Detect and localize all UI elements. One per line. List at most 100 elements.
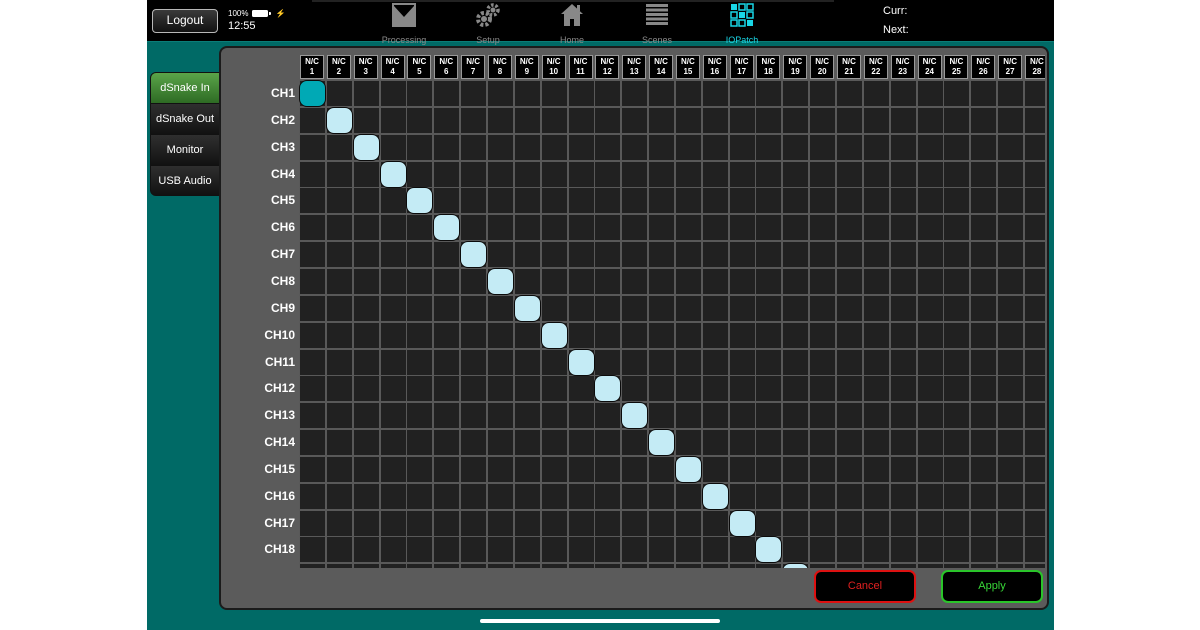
patch-cell[interactable] — [433, 402, 461, 430]
patch-cell[interactable] — [594, 133, 622, 161]
patch-cell[interactable] — [567, 321, 595, 349]
patch-cell[interactable] — [916, 80, 944, 107]
patch-cell[interactable] — [943, 375, 971, 403]
patch-cell[interactable] — [486, 160, 514, 188]
patch-cell[interactable] — [299, 187, 326, 215]
patch-cell[interactable] — [970, 429, 998, 457]
patch-cell[interactable] — [997, 294, 1025, 322]
patch-cell[interactable] — [916, 536, 944, 564]
patch-cell[interactable] — [943, 563, 971, 568]
patch-cell[interactable] — [782, 455, 810, 483]
patch-cell[interactable] — [970, 160, 998, 188]
patch-cell[interactable] — [621, 509, 649, 537]
patch-matrix[interactable]: N/C 1 N/C 2 N/C 3 N/C 4 N/C 5 N/C 6 N/C 7 N/C 8 N/C 9 N/C 1… — [221, 48, 1045, 568]
patch-cell[interactable] — [567, 267, 595, 295]
patch-cell[interactable] — [836, 509, 863, 537]
patch-route[interactable] — [486, 267, 514, 295]
patch-cell[interactable] — [970, 106, 998, 134]
patch-cell[interactable] — [621, 563, 649, 568]
patch-cell[interactable] — [728, 294, 756, 322]
patch-cell[interactable] — [379, 214, 407, 242]
patch-cell[interactable] — [299, 133, 326, 161]
patch-cell[interactable] — [1023, 563, 1045, 568]
patch-cell[interactable] — [755, 160, 783, 188]
patch-cell[interactable] — [970, 133, 998, 161]
patch-cell[interactable] — [862, 402, 890, 430]
patch-cell[interactable] — [460, 455, 488, 483]
patch-cell[interactable] — [433, 348, 461, 376]
patch-cell[interactable] — [701, 80, 729, 107]
patch-cell[interactable] — [567, 402, 595, 430]
patch-cell[interactable] — [406, 80, 434, 107]
patch-cell[interactable] — [325, 187, 353, 215]
patch-cell[interactable] — [970, 241, 998, 269]
patch-cell[interactable] — [755, 80, 783, 107]
patch-cell[interactable] — [997, 509, 1025, 537]
patch-cell[interactable] — [648, 294, 676, 322]
patch-cell[interactable] — [352, 187, 380, 215]
patch-cell[interactable] — [486, 294, 514, 322]
patch-cell[interactable] — [460, 106, 488, 134]
patch-cell[interactable] — [836, 536, 863, 564]
patch-cell[interactable] — [567, 509, 595, 537]
patch-cell[interactable] — [836, 455, 863, 483]
patch-cell[interactable] — [486, 455, 514, 483]
patch-cell[interactable] — [352, 294, 380, 322]
patch-cell[interactable] — [486, 214, 514, 242]
patch-cell[interactable] — [513, 267, 541, 295]
patch-cell[interactable] — [299, 509, 326, 537]
patch-cell[interactable] — [433, 455, 461, 483]
patch-cell[interactable] — [997, 321, 1025, 349]
patch-cell[interactable] — [567, 375, 595, 403]
patch-cell[interactable] — [594, 214, 622, 242]
patch-cell[interactable] — [460, 429, 488, 457]
patch-cell[interactable] — [513, 321, 541, 349]
patch-cell[interactable] — [970, 402, 998, 430]
patch-cell[interactable] — [701, 429, 729, 457]
patch-cell[interactable] — [621, 267, 649, 295]
patch-cell[interactable] — [674, 348, 702, 376]
patch-cell[interactable] — [379, 375, 407, 403]
patch-cell[interactable] — [970, 348, 998, 376]
patch-cell[interactable] — [325, 402, 353, 430]
patch-cell[interactable] — [594, 321, 622, 349]
patch-cell[interactable] — [406, 241, 434, 269]
patch-cell[interactable] — [728, 214, 756, 242]
patch-cell[interactable] — [809, 187, 837, 215]
patch-cell[interactable] — [379, 429, 407, 457]
patch-cell[interactable] — [594, 509, 622, 537]
patch-cell[interactable] — [352, 241, 380, 269]
patch-cell[interactable] — [406, 455, 434, 483]
patch-cell[interactable] — [540, 536, 568, 564]
patch-cell[interactable] — [943, 160, 971, 188]
patch-cell[interactable] — [594, 536, 622, 564]
patch-cell[interactable] — [540, 80, 568, 107]
patch-cell[interactable] — [728, 187, 756, 215]
patch-cell[interactable] — [755, 375, 783, 403]
patch-cell[interactable] — [674, 214, 702, 242]
patch-cell[interactable] — [755, 482, 783, 510]
patch-cell[interactable] — [889, 106, 917, 134]
patch-cell[interactable] — [325, 133, 353, 161]
patch-route[interactable] — [406, 187, 434, 215]
patch-cell[interactable] — [862, 375, 890, 403]
patch-cell[interactable] — [674, 294, 702, 322]
patch-cell[interactable] — [299, 294, 326, 322]
patch-cell[interactable] — [325, 455, 353, 483]
patch-cell[interactable] — [594, 187, 622, 215]
patch-cell[interactable] — [1023, 133, 1045, 161]
patch-cell[interactable] — [406, 563, 434, 568]
patch-cell[interactable] — [728, 455, 756, 483]
patch-cell[interactable] — [299, 267, 326, 295]
patch-cell[interactable] — [406, 294, 434, 322]
patch-cell[interactable] — [889, 294, 917, 322]
patch-cell[interactable] — [540, 214, 568, 242]
patch-cell[interactable] — [648, 187, 676, 215]
patch-cell[interactable] — [433, 563, 461, 568]
patch-cell[interactable] — [460, 294, 488, 322]
patch-cell[interactable] — [862, 241, 890, 269]
patch-cell[interactable] — [809, 294, 837, 322]
patch-cell[interactable] — [728, 536, 756, 564]
patch-cell[interactable] — [486, 187, 514, 215]
patch-cell[interactable] — [486, 375, 514, 403]
